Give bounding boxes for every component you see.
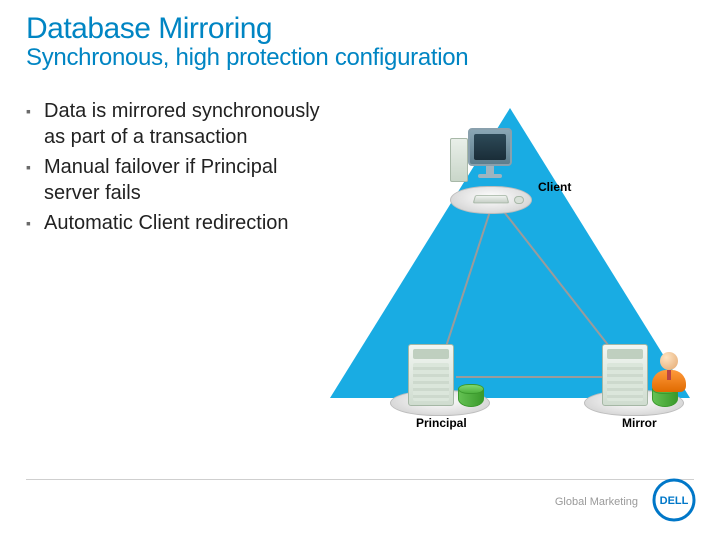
- bullet-item: Manual failover if Principal server fail…: [44, 154, 326, 206]
- bullet-list: Data is mirrored synchronously as part o…: [26, 98, 326, 428]
- client-label: Client: [538, 180, 571, 194]
- slide: Database Mirroring Synchronous, high pro…: [0, 0, 720, 540]
- principal-label: Principal: [416, 416, 467, 430]
- bullet-item: Data is mirrored synchronously as part o…: [44, 98, 326, 150]
- slide-title: Database Mirroring: [26, 12, 694, 46]
- mirror-label: Mirror: [622, 416, 657, 430]
- client-icon: [446, 128, 536, 218]
- footer-divider: [26, 479, 694, 480]
- dell-logo: DELL: [652, 478, 696, 522]
- dell-logo-text: DELL: [660, 495, 689, 507]
- body-row: Data is mirrored synchronously as part o…: [26, 98, 694, 428]
- bullet-item: Automatic Client redirection: [44, 210, 326, 236]
- mirroring-diagram: Client Principal Mirror: [326, 98, 694, 428]
- slide-subtitle: Synchronous, high protection configurati…: [26, 44, 694, 72]
- user-icon: [652, 352, 688, 392]
- principal-server-icon: [390, 326, 490, 416]
- footer-text: Global Marketing: [555, 496, 638, 508]
